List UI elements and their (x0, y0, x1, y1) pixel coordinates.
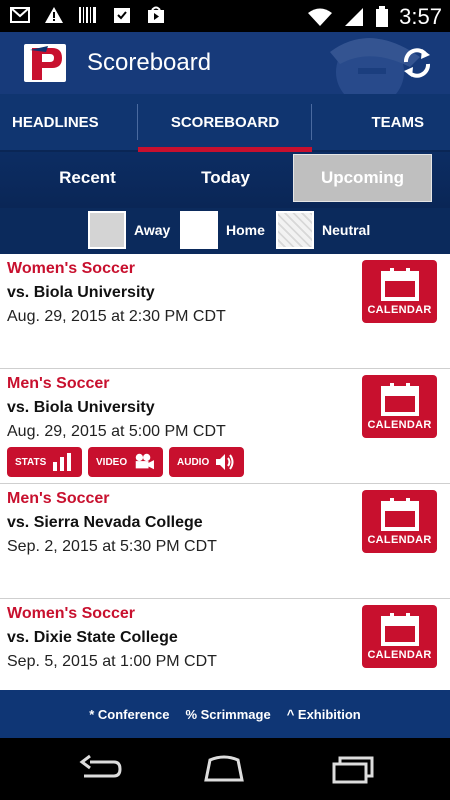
bar-chart-icon (53, 453, 72, 471)
legend-label: Neutral (322, 222, 371, 238)
legend-label: Home (226, 222, 265, 238)
opponent: vs. Sierra Nevada College (7, 514, 203, 531)
back-icon[interactable] (76, 752, 124, 786)
list-item[interactable]: Men's Soccer vs. Sierra Nevada College S… (0, 484, 450, 599)
legend-neutral: Neutral (276, 211, 370, 249)
sport-name: Women's Soccer (7, 260, 135, 277)
calendar-icon (380, 498, 419, 531)
tab-label: HEADLINES (12, 113, 99, 131)
app-logo (24, 44, 66, 82)
wifi-icon (308, 8, 333, 26)
speaker-icon (216, 454, 234, 470)
add-to-calendar-button[interactable]: CALENDAR (362, 490, 437, 553)
add-to-calendar-button[interactable]: CALENDAR (362, 260, 437, 323)
sport-name: Women's Soccer (7, 605, 135, 622)
tab-teams[interactable]: TEAMS (312, 94, 450, 150)
scrimmage-note: % Scrimmage (185, 706, 271, 722)
calendar-label: CALENDAR (367, 419, 432, 431)
tab-headlines[interactable]: HEADLINES (0, 94, 138, 150)
stats-label: STATS (15, 456, 47, 468)
venue-legend: Away Home Neutral (0, 208, 450, 254)
event-datetime: Aug. 29, 2015 at 5:00 PM CDT (7, 423, 226, 440)
calendar-icon (380, 383, 419, 416)
clock: 3:57 (399, 4, 442, 29)
tab-label: TEAMS (371, 113, 425, 131)
segment-label: Upcoming (320, 168, 405, 187)
list-item[interactable]: Men's Soccer vs. Biola University Aug. 2… (0, 369, 450, 484)
signal-icon (345, 8, 364, 26)
gmail-icon (10, 7, 30, 23)
home-swatch (180, 211, 218, 249)
play-store-icon (148, 6, 164, 23)
tab-label: SCOREBOARD (170, 113, 280, 131)
calendar-label: CALENDAR (367, 304, 432, 316)
list-item[interactable]: Women's Soccer vs. Biola University Aug.… (0, 254, 450, 369)
time-filter: Recent Today Upcoming (0, 152, 450, 208)
audio-button[interactable]: AUDIO (169, 447, 244, 477)
game-type-footnote: * Conference % Scrimmage ^ Exhibition (0, 690, 450, 738)
neutral-swatch (276, 211, 314, 249)
clipboard-check-icon (114, 8, 130, 23)
system-navigation-bar (0, 738, 450, 800)
refresh-icon[interactable] (400, 44, 434, 82)
exhibition-note: ^ Exhibition (286, 706, 361, 722)
action-bar: Scoreboard (0, 32, 450, 94)
sport-name: Men's Soccer (7, 375, 110, 392)
sport-name: Men's Soccer (7, 490, 110, 507)
alert-icon (45, 7, 63, 23)
calendar-icon (380, 268, 419, 301)
event-datetime: Sep. 5, 2015 at 1:00 PM CDT (7, 653, 217, 670)
top-nav-tabs: HEADLINES SCOREBOARD TEAMS (0, 94, 450, 152)
page-title: Scoreboard (87, 49, 212, 76)
recent-apps-icon[interactable] (328, 752, 376, 786)
opponent: vs. Biola University (7, 284, 155, 301)
stats-button[interactable]: STATS (7, 447, 82, 477)
event-datetime: Sep. 2, 2015 at 5:30 PM CDT (7, 538, 217, 555)
segment-today[interactable]: Today (158, 154, 293, 202)
video-camera-icon (135, 453, 155, 470)
opponent: vs. Biola University (7, 399, 155, 416)
tab-scoreboard[interactable]: SCOREBOARD (138, 94, 312, 152)
home-icon[interactable] (200, 752, 248, 786)
legend-home: Home (180, 211, 265, 249)
barcode-icon (79, 7, 96, 23)
segment-label: Today (201, 168, 250, 187)
event-list: Women's Soccer vs. Biola University Aug.… (0, 254, 450, 714)
add-to-calendar-button[interactable]: CALENDAR (362, 605, 437, 668)
audio-label: AUDIO (177, 456, 210, 468)
segment-label: Recent (59, 168, 116, 187)
status-bar: 3:57 (0, 0, 450, 32)
away-swatch (88, 211, 126, 249)
calendar-label: CALENDAR (367, 534, 432, 546)
battery-icon (376, 6, 389, 27)
calendar-label: CALENDAR (367, 649, 432, 661)
conference-note: * Conference (89, 706, 170, 722)
opponent: vs. Dixie State College (7, 629, 178, 646)
media-buttons: STATS VIDEO AUDIO (7, 447, 244, 477)
legend-label: Away (134, 222, 171, 238)
add-to-calendar-button[interactable]: CALENDAR (362, 375, 437, 438)
event-datetime: Aug. 29, 2015 at 2:30 PM CDT (7, 308, 226, 325)
video-button[interactable]: VIDEO (88, 447, 163, 477)
video-label: VIDEO (96, 456, 128, 468)
legend-away: Away (88, 211, 170, 249)
segment-recent[interactable]: Recent (20, 154, 155, 202)
segment-upcoming[interactable]: Upcoming (293, 154, 432, 202)
calendar-icon (380, 613, 419, 646)
